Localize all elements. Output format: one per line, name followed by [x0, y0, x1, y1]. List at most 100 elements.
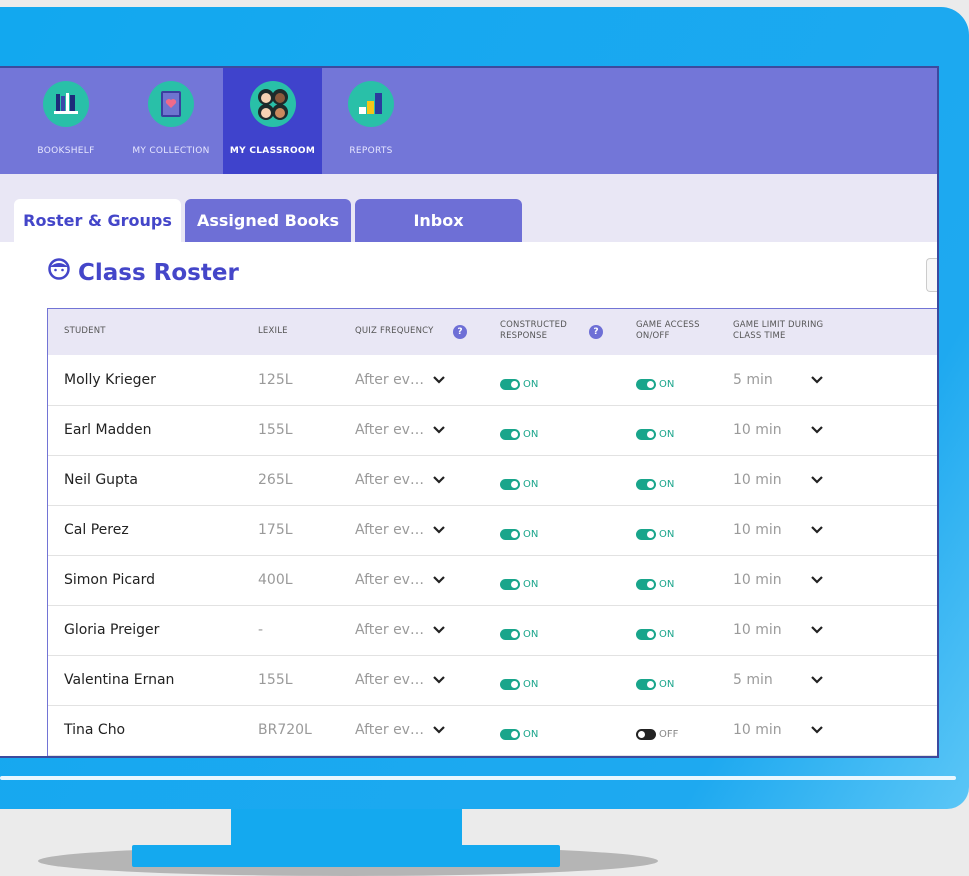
column-header-constructed-response: CONSTRUCTED RESPONSE: [500, 320, 567, 342]
column-header-line: ON/OFF: [636, 331, 670, 341]
quiz-frequency-help-icon[interactable]: ?: [453, 325, 467, 339]
chevron-down-icon[interactable]: [432, 622, 446, 636]
toggle-switch[interactable]: [636, 379, 656, 390]
toggle-switch[interactable]: [636, 529, 656, 540]
constructed-response-toggle[interactable]: ON: [500, 424, 538, 440]
constructed-response-toggle[interactable]: ON: [500, 524, 538, 540]
tab-assigned-books[interactable]: Assigned Books: [185, 199, 351, 243]
table-row: Neil Gupta 265L After ev… ON ON 10 min: [48, 455, 937, 506]
nav-item-bookshelf[interactable]: BOOKSHELF: [28, 68, 104, 174]
toggle-switch[interactable]: [636, 429, 656, 440]
quiz-frequency-select[interactable]: After ev…: [355, 521, 424, 539]
toggle-state: ON: [523, 729, 539, 740]
constructed-response-toggle[interactable]: ON: [500, 674, 538, 690]
table-row: Simon Picard 400L After ev… ON ON 10 min: [48, 555, 937, 606]
game-limit-select[interactable]: 10 min: [733, 471, 782, 489]
game-limit-select[interactable]: 10 min: [733, 571, 782, 589]
game-limit-select[interactable]: 10 min: [733, 521, 782, 539]
chevron-down-icon[interactable]: [810, 722, 824, 736]
game-access-toggle[interactable]: ON: [636, 574, 674, 590]
toggle-switch[interactable]: [636, 679, 656, 690]
table-row: Molly Krieger 125L After ev… ON ON 5 min: [48, 355, 937, 406]
column-header-game-access: GAME ACCESS ON/OFF: [636, 320, 700, 342]
chevron-down-icon[interactable]: [810, 622, 824, 636]
book-heart-icon: [148, 81, 194, 127]
nav-label: REPORTS: [349, 146, 393, 156]
quiz-frequency-select[interactable]: After ev…: [355, 671, 424, 689]
quiz-frequency-select[interactable]: After ev…: [355, 421, 424, 439]
table-row: Cal Perez 175L After ev… ON ON 10 min: [48, 505, 937, 556]
student-name: Neil Gupta: [64, 472, 138, 488]
nav-item-my-collection[interactable]: MY COLLECTION: [128, 68, 214, 174]
toggle-switch[interactable]: [500, 629, 520, 640]
chevron-down-icon[interactable]: [432, 722, 446, 736]
game-access-toggle[interactable]: ON: [636, 374, 674, 390]
chevron-down-icon[interactable]: [432, 372, 446, 386]
quiz-frequency-select[interactable]: After ev…: [355, 571, 424, 589]
lexile-value: 155L: [258, 672, 293, 688]
game-limit-select[interactable]: 10 min: [733, 721, 782, 739]
quiz-frequency-select[interactable]: After ev…: [355, 721, 424, 739]
tab-roster-groups[interactable]: Roster & Groups: [14, 199, 181, 243]
constructed-response-toggle[interactable]: ON: [500, 374, 538, 390]
quiz-frequency-select[interactable]: After ev…: [355, 471, 424, 489]
chevron-down-icon[interactable]: [810, 672, 824, 686]
chevron-down-icon[interactable]: [810, 522, 824, 536]
quiz-frequency-select[interactable]: After ev…: [355, 371, 424, 389]
chevron-down-icon[interactable]: [432, 672, 446, 686]
chevron-down-icon[interactable]: [432, 572, 446, 586]
game-access-toggle[interactable]: ON: [636, 424, 674, 440]
chevron-down-icon[interactable]: [810, 472, 824, 486]
toggle-switch[interactable]: [500, 529, 520, 540]
nav-item-my-classroom[interactable]: MY CLASSROOM: [223, 68, 322, 174]
constructed-response-toggle[interactable]: ON: [500, 574, 538, 590]
toggle-switch[interactable]: [500, 729, 520, 740]
chevron-down-icon[interactable]: [432, 422, 446, 436]
lexile-value: 125L: [258, 372, 293, 388]
toggle-switch[interactable]: [500, 679, 520, 690]
chevron-down-icon[interactable]: [432, 522, 446, 536]
column-header-line: CONSTRUCTED: [500, 320, 567, 330]
toggle-switch[interactable]: [636, 729, 656, 740]
column-header-line: RESPONSE: [500, 331, 548, 341]
constructed-response-toggle[interactable]: ON: [500, 624, 538, 640]
toggle-state: ON: [659, 679, 675, 690]
nav-label: BOOKSHELF: [37, 146, 95, 156]
game-access-toggle[interactable]: OFF: [636, 724, 678, 740]
lexile-value: -: [258, 622, 264, 638]
side-action-button[interactable]: [926, 258, 937, 292]
toggle-switch[interactable]: [500, 379, 520, 390]
chevron-down-icon[interactable]: [810, 372, 824, 386]
nav-item-reports[interactable]: REPORTS: [335, 68, 407, 174]
game-access-toggle[interactable]: ON: [636, 524, 674, 540]
game-access-toggle[interactable]: ON: [636, 624, 674, 640]
table-row: Tina Cho BR720L After ev… ON OFF 10 min: [48, 705, 937, 756]
toggle-switch[interactable]: [636, 479, 656, 490]
monitor-stand-base: [132, 845, 560, 867]
student-name: Valentina Ernan: [64, 672, 175, 688]
game-access-toggle[interactable]: ON: [636, 474, 674, 490]
game-limit-select[interactable]: 5 min: [733, 671, 773, 689]
game-limit-select[interactable]: 5 min: [733, 371, 773, 389]
toggle-switch[interactable]: [500, 479, 520, 490]
constructed-response-toggle[interactable]: ON: [500, 474, 538, 490]
toggle-switch[interactable]: [636, 579, 656, 590]
constructed-response-toggle[interactable]: ON: [500, 724, 538, 740]
chevron-down-icon[interactable]: [432, 472, 446, 486]
constructed-response-help-icon[interactable]: ?: [589, 325, 603, 339]
chevron-down-icon[interactable]: [810, 422, 824, 436]
student-name: Gloria Preiger: [64, 622, 160, 638]
lexile-value: BR720L: [258, 722, 312, 738]
game-limit-select[interactable]: 10 min: [733, 621, 782, 639]
toggle-switch[interactable]: [500, 579, 520, 590]
game-access-toggle[interactable]: ON: [636, 674, 674, 690]
toggle-switch[interactable]: [636, 629, 656, 640]
game-limit-select[interactable]: 10 min: [733, 421, 782, 439]
tab-inbox[interactable]: Inbox: [355, 199, 522, 243]
quiz-frequency-select[interactable]: After ev…: [355, 621, 424, 639]
page-title: Class Roster: [48, 257, 239, 286]
roster-table: STUDENT LEXILE QUIZ FREQUENCY ? CONSTRUC…: [47, 308, 937, 756]
student-name: Cal Perez: [64, 522, 129, 538]
toggle-switch[interactable]: [500, 429, 520, 440]
chevron-down-icon[interactable]: [810, 572, 824, 586]
